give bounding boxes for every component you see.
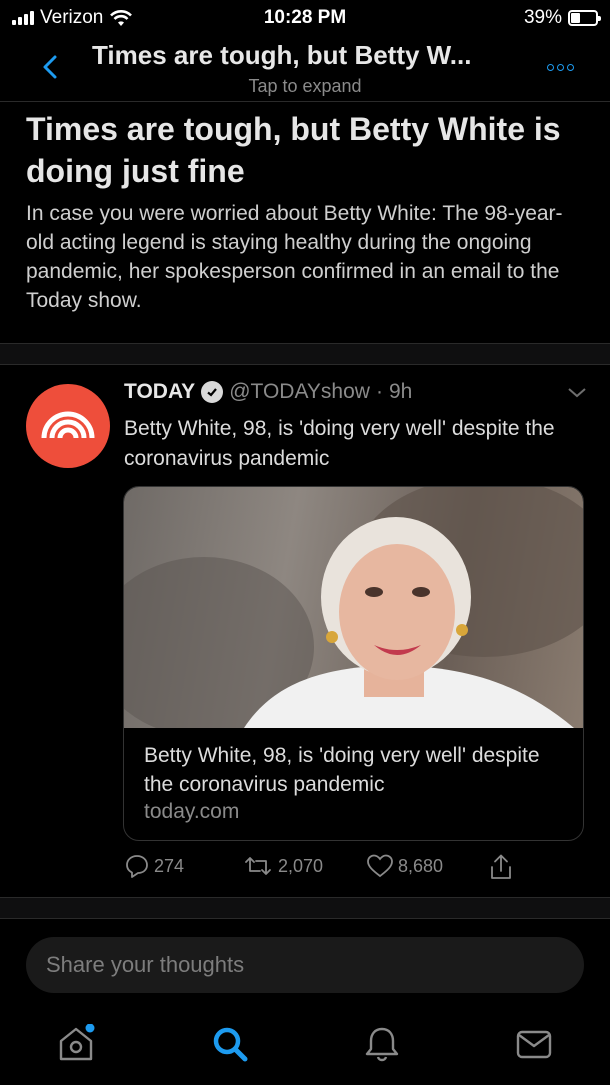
reply-button[interactable]: 274: [124, 853, 184, 879]
meta-separator: ·: [375, 380, 383, 403]
home-icon[interactable]: [56, 1024, 96, 1064]
tweet-time: 9h: [388, 380, 413, 403]
today-logo-icon: [41, 411, 95, 439]
battery-level: [571, 13, 581, 23]
chevron-down-icon[interactable]: [566, 386, 588, 400]
reply-icon: [126, 855, 148, 878]
retweet-button[interactable]: 2,070: [242, 853, 323, 879]
card-image: [124, 487, 583, 728]
nav-header: Times are tough, but Betty W... Tap to e…: [0, 34, 610, 102]
share-thoughts-input[interactable]: [46, 937, 566, 993]
battery-icon: [568, 10, 601, 26]
tweet-actions: 274 2,070 8,680: [124, 853, 584, 883]
retweet-icon: [245, 857, 271, 875]
search-icon[interactable]: [210, 1024, 250, 1064]
compose-bar: [26, 937, 584, 993]
notifications-icon[interactable]: [362, 1024, 402, 1064]
author-name[interactable]: TODAY: [124, 380, 195, 404]
heart-icon: [367, 854, 393, 878]
moment-summary: In case you were worried about Betty Whi…: [26, 202, 563, 312]
reply-count: 274: [154, 855, 185, 876]
tap-to-expand[interactable]: Tap to expand: [0, 76, 610, 97]
section-divider: [0, 897, 610, 919]
battery-info: 39%: [523, 7, 601, 29]
more-options-icon[interactable]: [547, 64, 574, 71]
status-time: 10:28 PM: [263, 7, 347, 28]
tweet-header: TODAY @TODAYshow · 9h: [124, 380, 412, 404]
share-button[interactable]: [488, 853, 514, 881]
moment-headline: Times are tough, but Betty White is doin…: [26, 111, 561, 189]
tab-bar: [0, 1012, 610, 1085]
link-card[interactable]: Betty White, 98, is 'doing very well' de…: [123, 486, 584, 841]
battery-percent: 39%: [523, 7, 562, 28]
tweet-text: Betty White, 98, is 'doing very well' de…: [124, 417, 555, 470]
card-title: Betty White, 98, is 'doing very well' de…: [144, 744, 540, 796]
avatar[interactable]: [26, 384, 110, 468]
verified-icon: [201, 381, 224, 403]
like-button[interactable]: 8,680: [366, 853, 443, 879]
header-title[interactable]: Times are tough, but Betty W...: [92, 40, 522, 71]
section-divider: [0, 343, 610, 365]
card-domain: today.com: [144, 800, 240, 823]
status-bar: Verizon 10:28 PM 39%: [0, 0, 610, 34]
share-icon: [491, 854, 511, 879]
like-count: 8,680: [398, 855, 444, 876]
retweet-count: 2,070: [278, 855, 324, 876]
author-handle[interactable]: @TODAYshow: [229, 380, 370, 404]
messages-icon[interactable]: [514, 1024, 554, 1064]
